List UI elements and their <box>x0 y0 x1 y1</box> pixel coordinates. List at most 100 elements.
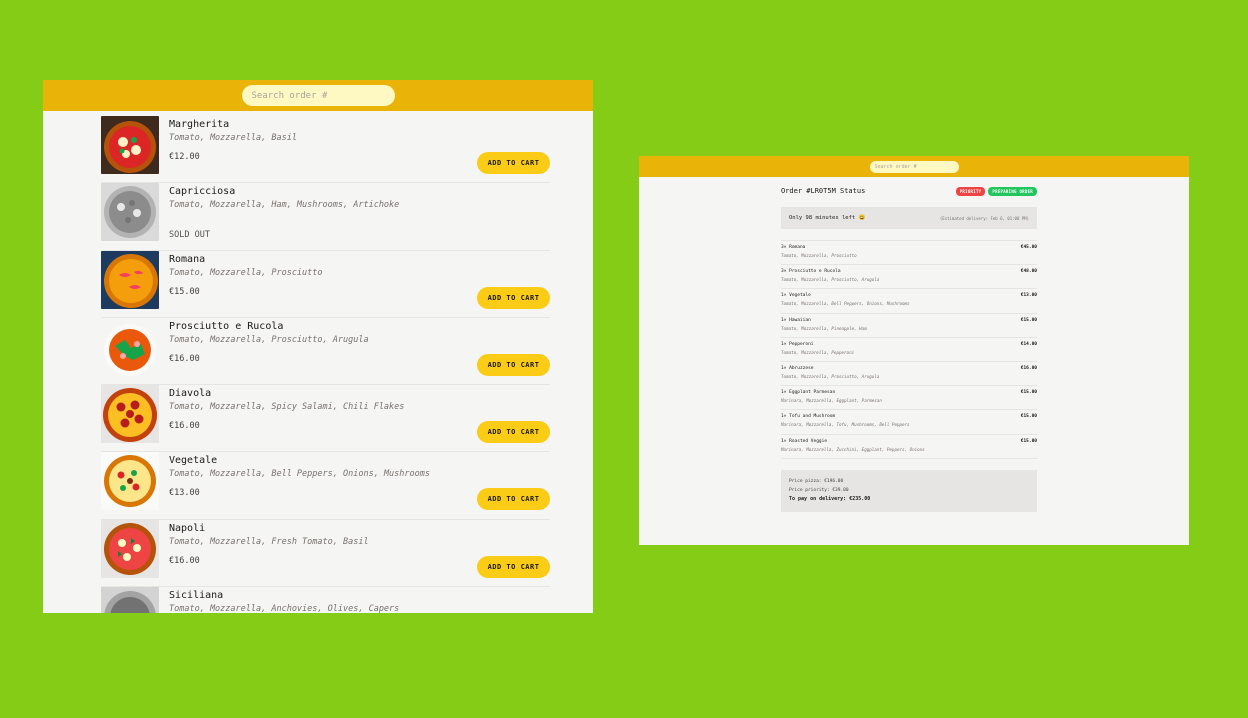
order-item-price: €48.00 <box>1020 269 1037 275</box>
add-to-cart-button[interactable]: ADD TO CART <box>477 353 550 376</box>
order-item: 1× Pepperoni Tomato, Mozzarella, Peppero… <box>781 338 1037 362</box>
order-items-list: 3× Romana Tomato, Mozzarella, Prosciutto… <box>781 240 1037 459</box>
order-header: Order #LR0T5M Status PRIORITY PREPARING … <box>781 185 1037 197</box>
order-item-ingredients: Marinara, Mozzarella, Zucchini, Eggplant… <box>781 446 925 452</box>
order-item-price: €15.00 <box>1020 390 1037 396</box>
order-item-ingredients: Tomato, Mozzarella, Bell Peppers, Onions… <box>781 301 910 307</box>
order-item-price: €13.00 <box>1020 293 1037 299</box>
menu-item-napoli: Napoli Tomato, Mozzarella, Fresh Tomato,… <box>101 519 550 588</box>
order-item-name: 1× Roasted Veggie <box>781 438 828 444</box>
order-item-ingredients: Tomato, Mozzarella, Pineapple, Ham <box>781 325 867 331</box>
order-item-name: 1× Tofu and Mushroom <box>781 414 836 420</box>
pizza-name: Romana <box>169 253 206 265</box>
pizza-price: €12.00 <box>169 152 200 162</box>
pizza-image <box>101 519 159 578</box>
pizza-name: Prosciutto e Rucola <box>169 320 284 332</box>
search-input[interactable] <box>869 160 959 173</box>
menu-item-info: Margherita Tomato, Mozzarella, Basil €12… <box>159 116 550 182</box>
order-item-price: €16.00 <box>1020 365 1037 371</box>
order-item-ingredients: Tomato, Mozzarella, Prosciutto, Arugula <box>781 373 880 379</box>
order-item-name: 1× Abruzzese <box>781 365 814 371</box>
menu-item-info: Capricciosa Tomato, Mozzarella, Ham, Mus… <box>159 183 550 249</box>
pizza-name: Diavola <box>169 388 212 400</box>
pizza-image <box>101 317 159 376</box>
order-item-name: 1× Eggplant Parmesan <box>781 390 836 396</box>
order-title: Order #LR0T5M Status <box>781 187 866 195</box>
order-window: Order #LR0T5M Status PRIORITY PREPARING … <box>639 156 1189 545</box>
add-to-cart-button[interactable]: ADD TO CART <box>477 286 550 309</box>
pizza-image <box>101 183 159 242</box>
search-input[interactable] <box>241 85 395 106</box>
order-item-name: 1× Pepperoni <box>781 341 814 347</box>
pizza-ingredients: Tomato, Mozzarella, Basil <box>169 133 297 143</box>
pizza-image <box>101 587 159 613</box>
menu-item-info: Siciliana Tomato, Mozzarella, Anchovies,… <box>159 587 550 613</box>
order-badges: PRIORITY PREPARING ORDER <box>955 186 1037 196</box>
pizza-ingredients: Tomato, Mozzarella, Ham, Mushrooms, Arti… <box>169 200 400 211</box>
pizza-ingredients: Tomato, Mozzarella, Fresh Tomato, Basil <box>169 536 369 547</box>
pizza-ingredients: Tomato, Mozzarella, Anchovies, Olives, C… <box>169 604 400 613</box>
order-item-price: €45.00 <box>1020 245 1037 250</box>
pizza-ingredients: Tomato, Mozzarella, Spicy Salami, Chili … <box>169 402 405 413</box>
pizza-image <box>101 385 159 444</box>
order-item: 1× Roasted Veggie Marinara, Mozzarella, … <box>781 435 1037 459</box>
price-priority: Price priority: €39.00 <box>789 487 849 493</box>
menu-item-diavola: Diavola Tomato, Mozzarella, Spicy Salami… <box>101 385 550 453</box>
order-item: 1× Vegetale Tomato, Mozzarella, Bell Pep… <box>781 289 1037 314</box>
pizza-price: €13.00 <box>169 488 200 499</box>
order-details: Order #LR0T5M Status PRIORITY PREPARING … <box>781 185 1037 512</box>
order-item-ingredients: Marinara, Mozzarella, Tofu, Mushrooms, B… <box>781 422 910 428</box>
pizza-name: Vegetale <box>169 455 218 467</box>
menu-item-capricciosa: Capricciosa Tomato, Mozzarella, Ham, Mus… <box>101 183 550 251</box>
order-item: 3× Prosciutto e Rucola Tomato, Mozzarell… <box>781 265 1037 290</box>
header-bar <box>43 80 593 111</box>
menu-list: Margherita Tomato, Mozzarella, Basil €12… <box>101 116 550 613</box>
order-item-price: €15.00 <box>1020 317 1037 323</box>
order-item-price: €15.00 <box>1020 414 1037 420</box>
time-left: Only 98 minutes left 😃 <box>789 215 866 221</box>
pizza-name: Capricciosa <box>169 186 236 198</box>
delivery-time-box: Only 98 minutes left 😃 (Estimated delive… <box>781 207 1037 229</box>
pizza-price: €16.00 <box>169 353 200 364</box>
to-pay-on-delivery: To pay on delivery: €235.00 <box>789 495 871 502</box>
pizza-ingredients: Tomato, Mozzarella, Bell Peppers, Onions… <box>169 469 430 480</box>
menu-item-info: Diavola Tomato, Mozzarella, Spicy Salami… <box>159 385 550 451</box>
menu-window: Margherita Tomato, Mozzarella, Basil €12… <box>43 80 593 613</box>
pizza-image <box>101 250 159 309</box>
pizza-image <box>101 452 159 511</box>
order-item: 1× Tofu and Mushroom Marinara, Mozzarell… <box>781 410 1037 435</box>
order-item-name: 3× Prosciutto e Rucola <box>781 269 841 275</box>
add-to-cart-button[interactable]: ADD TO CART <box>477 152 550 174</box>
menu-item-info: Prosciutto e Rucola Tomato, Mozzarella, … <box>159 318 550 384</box>
add-to-cart-button[interactable]: ADD TO CART <box>477 421 550 444</box>
order-item: 1× Hawaiian Tomato, Mozzarella, Pineappl… <box>781 314 1037 338</box>
pizza-image <box>101 116 159 174</box>
menu-item-info: Romana Tomato, Mozzarella, Prosciutto €1… <box>159 251 550 317</box>
pizza-price: €15.00 <box>169 286 200 297</box>
order-totals: Price pizza: €196.00 Price priority: €39… <box>781 469 1037 512</box>
header-bar <box>639 156 1189 177</box>
pizza-ingredients: Tomato, Mozzarella, Prosciutto <box>169 267 323 278</box>
menu-item-prosciutto-e-rucola: Prosciutto e Rucola Tomato, Mozzarella, … <box>101 317 550 386</box>
order-item-price: €14.00 <box>1020 341 1037 347</box>
order-item: 3× Romana Tomato, Mozzarella, Prosciutto… <box>781 241 1037 266</box>
add-to-cart-button[interactable]: ADD TO CART <box>477 488 550 511</box>
add-to-cart-button[interactable]: ADD TO CART <box>477 555 550 578</box>
menu-item-romana: Romana Tomato, Mozzarella, Prosciutto €1… <box>101 250 550 318</box>
order-item-ingredients: Tomato, Mozzarella, Prosciutto <box>781 253 857 258</box>
order-item-price: €15.00 <box>1020 438 1037 444</box>
menu-item-info: Vegetale Tomato, Mozzarella, Bell Pepper… <box>159 452 550 518</box>
estimated-delivery: (Estimated delivery: Feb 6, 01:08 PM) <box>939 215 1029 221</box>
priority-badge: PRIORITY <box>955 186 986 196</box>
order-item-ingredients: Tomato, Mozzarella, Prosciutto, Arugula <box>781 277 880 283</box>
status-badge: PREPARING ORDER <box>988 186 1037 196</box>
menu-item-margherita: Margherita Tomato, Mozzarella, Basil €12… <box>101 116 550 184</box>
order-item: 1× Eggplant Parmesan Marinara, Mozzarell… <box>781 386 1037 411</box>
order-item-name: 3× Romana <box>781 245 806 250</box>
order-item-ingredients: Tomato, Mozzarella, Pepperoni <box>781 349 855 355</box>
pizza-name: Siciliana <box>169 590 224 602</box>
pizza-ingredients: Tomato, Mozzarella, Prosciutto, Arugula <box>169 334 369 345</box>
pizza-price: €16.00 <box>169 421 200 432</box>
order-item: 1× Abruzzese Tomato, Mozzarella, Prosciu… <box>781 362 1037 387</box>
order-item-name: 1× Hawaiian <box>781 317 811 323</box>
